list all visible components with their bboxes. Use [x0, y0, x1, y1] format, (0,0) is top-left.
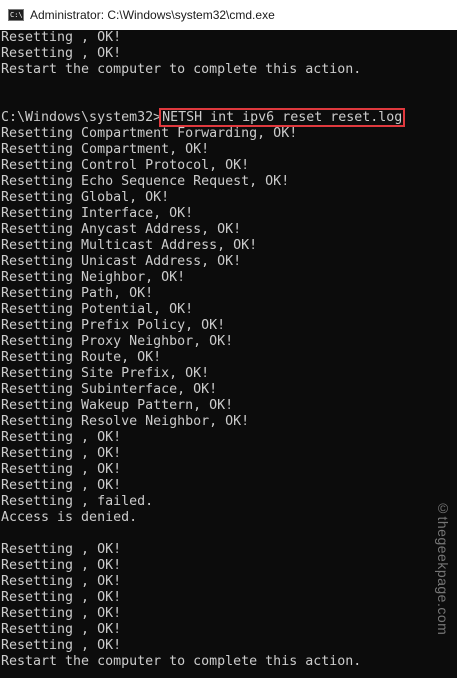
- console-line: Resetting Subinterface, OK!: [1, 382, 218, 397]
- console-line: Resetting Compartment Forwarding, OK!: [1, 126, 298, 141]
- console-line: Resetting , OK!: [1, 430, 122, 445]
- console-lines-before: Resetting , OK! Resetting , OK! Restart th…: [0, 30, 457, 110]
- console-line: Resetting Multicast Address, OK!: [1, 238, 258, 253]
- window-title: Administrator: C:\Windows\system32\cmd.e…: [30, 8, 275, 22]
- console-line: Resetting Wakeup Pattern, OK!: [1, 398, 234, 413]
- console-line: Resetting Global, OK!: [1, 190, 170, 205]
- console-line: Resetting , OK!: [1, 478, 122, 493]
- console-line: Resetting Prefix Policy, OK!: [1, 318, 226, 333]
- console-line: Restart the computer to complete this ac…: [1, 654, 362, 669]
- cmd-app-icon: C:\: [8, 9, 24, 21]
- console-line: Resetting , OK!: [1, 462, 122, 477]
- console-line: Resetting , OK!: [1, 558, 122, 573]
- console-line: Restart the computer to complete this ac…: [1, 62, 362, 77]
- console-line: Resetting Unicast Address, OK!: [1, 254, 242, 269]
- console-line: Resetting Anycast Address, OK!: [1, 222, 242, 237]
- console-line: Resetting Proxy Neighbor, OK!: [1, 334, 234, 349]
- console-line: Resetting , OK!: [1, 30, 122, 45]
- cmd-window: C:\ Administrator: C:\Windows\system32\c…: [0, 0, 457, 678]
- title-bar[interactable]: C:\ Administrator: C:\Windows\system32\c…: [0, 0, 457, 30]
- command-line: C:\Windows\system32>NETSH int ipv6 reset…: [0, 108, 457, 127]
- console-line: Resetting Compartment, OK!: [1, 142, 210, 157]
- console-lines-after: Resetting Compartment Forwarding, OK! Res…: [0, 126, 457, 670]
- console-line: Resetting , OK!: [1, 622, 122, 637]
- console-line: Resetting Neighbor, OK!: [1, 270, 186, 285]
- console-line: Resetting Control Protocol, OK!: [1, 158, 250, 173]
- console-line: Resetting , OK!: [1, 542, 122, 557]
- console-line: Resetting , failed.: [1, 494, 154, 509]
- console-line: Resetting , OK!: [1, 638, 122, 653]
- console-line: Resetting , OK!: [1, 574, 122, 589]
- console-line: Resetting , OK!: [1, 446, 122, 461]
- console-line: Resetting , OK!: [1, 46, 122, 61]
- console-line: Resetting Path, OK!: [1, 286, 154, 301]
- console-line: Resetting Route, OK!: [1, 350, 162, 365]
- highlighted-command: NETSH int ipv6 reset reset.log: [159, 108, 406, 127]
- console-line: Resetting Potential, OK!: [1, 302, 194, 317]
- watermark-text: ©thegeekpage.com: [435, 500, 451, 636]
- console-line: Resetting Interface, OK!: [1, 206, 194, 221]
- console-line: Resetting Site Prefix, OK!: [1, 366, 210, 381]
- console-line: Resetting Echo Sequence Request, OK!: [1, 174, 290, 189]
- console-line: Access is denied.: [1, 510, 138, 525]
- command-prompt: C:\Windows\system32>: [1, 110, 162, 125]
- console-line: Resetting Resolve Neighbor, OK!: [1, 414, 250, 429]
- console-line: Resetting , OK!: [1, 606, 122, 621]
- console-output[interactable]: Resetting , OK! Resetting , OK! Restart th…: [0, 30, 457, 678]
- console-line: Resetting , OK!: [1, 590, 122, 605]
